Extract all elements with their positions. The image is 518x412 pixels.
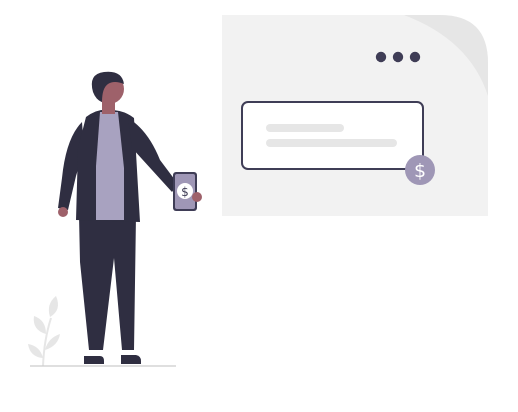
front-hand [192,192,202,202]
payment-card-frame [241,101,424,170]
left-shoe [84,356,104,364]
placeholder-line-long [266,139,397,147]
payment-illustration: $ $ [28,15,488,367]
menu-dot [392,51,404,63]
payment-card[interactable] [241,101,424,170]
dollar-sign-icon: $ [414,160,426,182]
menu-dot [409,51,421,63]
more-dots-icon[interactable] [375,51,421,63]
person-holding-phone-icon: $ [58,71,202,364]
phone-icon[interactable]: $ [173,172,197,211]
menu-dot [375,51,387,63]
plant-icon [28,296,60,367]
placeholder-line-short [266,124,344,132]
right-shoe [121,355,141,364]
dollar-badge[interactable]: $ [405,155,435,185]
phone-dollar-sign-icon: $ [181,185,189,199]
pants [79,215,136,350]
back-hand [58,207,68,217]
